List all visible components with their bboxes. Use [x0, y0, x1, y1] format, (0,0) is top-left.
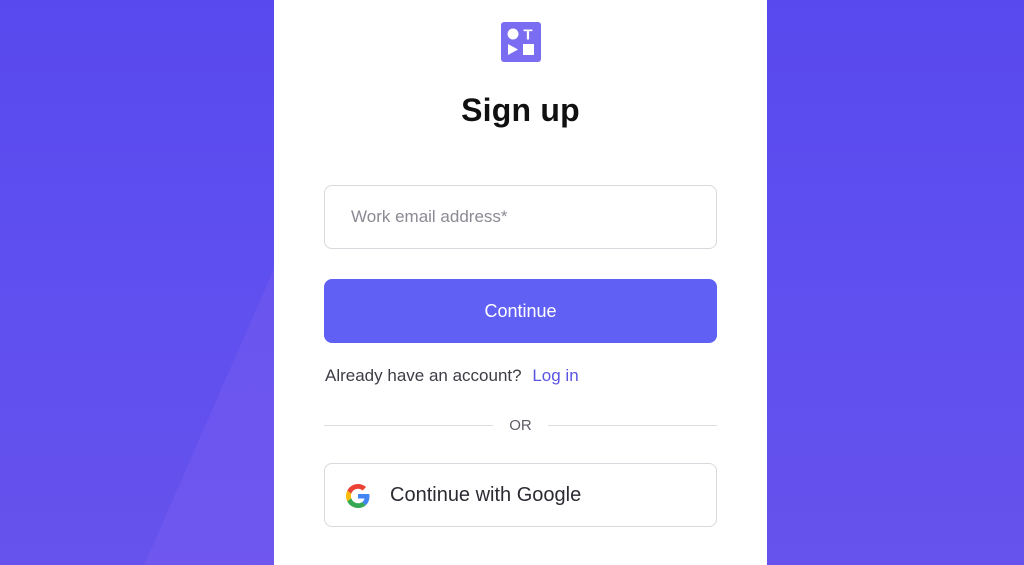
- google-icon: [346, 484, 370, 508]
- page-title: Sign up: [461, 92, 580, 128]
- google-signin-button[interactable]: Continue with Google: [324, 463, 717, 527]
- login-link[interactable]: Log in: [532, 366, 578, 385]
- signup-card: T Sign up Continue Already have an accou…: [274, 0, 767, 565]
- divider-line-right: [548, 425, 717, 426]
- svg-text:T: T: [523, 27, 532, 44]
- divider-text: OR: [509, 417, 532, 434]
- login-prompt-text: Already have an account?: [325, 366, 522, 385]
- google-button-label: Continue with Google: [390, 484, 582, 506]
- divider-line-left: [324, 425, 493, 426]
- or-divider: OR: [324, 415, 717, 435]
- shapes-logo-icon: T: [501, 22, 541, 62]
- continue-button[interactable]: Continue: [324, 279, 717, 343]
- background-shape: [140, 255, 280, 565]
- login-prompt-row: Already have an account? Log in: [325, 366, 579, 386]
- email-field[interactable]: [324, 185, 717, 249]
